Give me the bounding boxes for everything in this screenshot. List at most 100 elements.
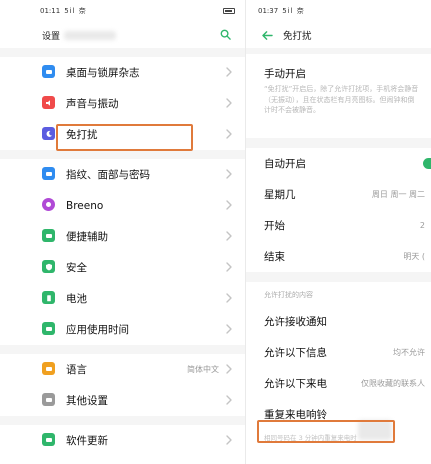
settings-item[interactable]: 其他设置: [0, 385, 245, 416]
settings-item[interactable]: 应用使用时间: [0, 314, 245, 345]
update-icon: [42, 433, 55, 446]
allow-row-label: 允许以下来电: [264, 378, 327, 390]
schedule-row[interactable]: 星期几 周日 周一 周二: [246, 179, 431, 210]
blurred-area: [64, 31, 116, 40]
schedule-row-label: 自动开启: [264, 158, 306, 170]
schedule-row-value: 周日 周一 周二: [371, 190, 425, 199]
manual-enable-description: “免打扰”开启后，除了允许打扰项，手机将会静音（无振动），且在状态栏有月亮图标。…: [264, 85, 419, 114]
chevron-right-icon: [226, 395, 232, 405]
shield-icon: [42, 260, 55, 273]
settings-header: 设置: [0, 22, 245, 48]
settings-item[interactable]: 软件更新: [0, 425, 245, 456]
divider: [0, 416, 245, 425]
status-time: 01:11: [40, 7, 61, 15]
divider: [246, 138, 431, 148]
allow-row-label: 允许接收通知: [264, 316, 327, 328]
chevron-right-icon: [226, 200, 232, 210]
dnd-header: 免打扰: [246, 22, 431, 48]
chevron-right-icon: [226, 293, 232, 303]
settings-item[interactable]: 语言 简体中文: [0, 354, 245, 385]
schedule-row-value: 2: [419, 221, 425, 230]
settings-item[interactable]: 桌面与锁屏杂志: [0, 57, 245, 88]
schedule-row-value: 明天 (: [403, 252, 425, 261]
settings-item-label: 声音与振动: [66, 98, 119, 110]
status-signal: 5il 奈: [64, 7, 87, 15]
allow-row[interactable]: 重复来电响铃: [246, 399, 431, 430]
settings-item-label: 应用使用时间: [66, 324, 129, 336]
settings-item-label: 软件更新: [66, 435, 108, 447]
schedule-row[interactable]: 自动开启: [246, 148, 431, 179]
allow-row-label: 允许以下信息: [264, 347, 327, 359]
settings-item-label: 其他设置: [66, 395, 108, 407]
allow-list: 允许接收通知 允许以下信息 均不允许允许以下来电 仅限收藏的联系人重复来电响铃: [246, 306, 431, 430]
chevron-right-icon: [226, 67, 232, 77]
divider: [0, 345, 245, 354]
schedule-row[interactable]: 结束 明天 (: [246, 241, 431, 272]
page-title: 免打扰: [283, 31, 312, 42]
schedule-row[interactable]: 开始 2: [246, 210, 431, 241]
settings-item-label: 电池: [66, 293, 87, 305]
back-arrow-icon[interactable]: [262, 30, 273, 40]
chevron-right-icon: [226, 262, 232, 272]
chevron-right-icon: [226, 435, 232, 445]
settings-item-label: 便捷辅助: [66, 231, 108, 243]
settings-item-label: 桌面与锁屏杂志: [66, 67, 140, 79]
settings-item-label: 语言: [66, 364, 87, 376]
manual-enable-title: 手动开启: [264, 68, 306, 80]
battery-status-icon: [223, 8, 235, 14]
settings-item-label: 安全: [66, 262, 87, 274]
schedule-list: 自动开启星期几 周日 周一 周二开始 2 结束 明天 (: [246, 148, 431, 272]
settings-item[interactable]: 免打扰: [0, 119, 245, 150]
divider: [246, 272, 431, 282]
fingerprint-icon: [42, 167, 55, 180]
settings-item[interactable]: 便捷辅助: [0, 221, 245, 252]
search-icon[interactable]: [220, 29, 231, 40]
chevron-right-icon: [226, 364, 232, 374]
chevron-right-icon: [226, 324, 232, 334]
app-time-icon: [42, 322, 55, 335]
settings-list: 桌面与锁屏杂志 声音与振动免打扰指纹、面部与密码 Breeno 便捷辅助安全电池应用使…: [0, 57, 245, 456]
schedule-row-label: 开始: [264, 220, 285, 232]
divider: [0, 48, 245, 57]
auto-enable-toggle[interactable]: [423, 158, 431, 169]
allow-row[interactable]: 允许以下来电 仅限收藏的联系人: [246, 368, 431, 399]
page-title: 设置: [42, 31, 61, 42]
status-time: 01:37: [258, 7, 279, 15]
allow-caption: 允许打扰的内容: [264, 291, 313, 299]
chevron-right-icon: [226, 129, 232, 139]
settings-item[interactable]: 声音与振动: [0, 88, 245, 119]
allow-row[interactable]: 允许接收通知: [246, 306, 431, 337]
language-icon: [42, 362, 55, 375]
settings-item[interactable]: Breeno: [0, 190, 245, 221]
settings-item-label: 免打扰: [66, 129, 98, 141]
settings-item-label: 指纹、面部与密码: [66, 169, 150, 181]
allow-row-label: 重复来电响铃: [264, 409, 327, 421]
manual-section[interactable]: 手动开启 “免打扰”开启后，除了允许打扰项，手机将会静音（无振动），且在状态栏有…: [246, 54, 431, 138]
sound-icon: [42, 96, 55, 109]
battery-icon: [42, 291, 55, 304]
other-settings-icon: [42, 393, 55, 406]
status-bar: 01:37 5il 奈: [246, 0, 431, 22]
allow-row-value: 均不允许: [393, 348, 425, 357]
status-bar: 01:11 5il 奈: [0, 0, 245, 22]
chevron-right-icon: [226, 231, 232, 241]
settings-item[interactable]: 指纹、面部与密码: [0, 159, 245, 190]
chevron-right-icon: [226, 98, 232, 108]
wallpaper-icon: [42, 65, 55, 78]
do-not-disturb-screen: 01:37 5il 奈 免打扰 手动开启 “免打扰”开启后，除了允许打扰项，手机将…: [245, 0, 431, 464]
moon-icon: [42, 127, 55, 140]
allow-row-value: 仅限收藏的联系人: [361, 379, 425, 388]
chevron-right-icon: [226, 169, 232, 179]
settings-screen: 01:11 5il 奈 设置 桌面与锁屏杂志 声音与振动免打扰指纹、面部与密码 Bre…: [0, 0, 245, 464]
settings-item[interactable]: 电池: [0, 283, 245, 314]
repeat-call-note: 相同号码在 3 分钟内重复来电时: [264, 434, 357, 442]
breeno-icon: [42, 198, 55, 211]
schedule-row-label: 星期几: [264, 189, 296, 201]
divider: [0, 150, 245, 159]
allow-row[interactable]: 允许以下信息 均不允许: [246, 337, 431, 368]
blurred-area: [358, 420, 392, 440]
settings-item-label: Breeno: [66, 199, 104, 212]
schedule-row-label: 结束: [264, 251, 285, 263]
settings-item[interactable]: 安全: [0, 252, 245, 283]
assist-icon: [42, 229, 55, 242]
